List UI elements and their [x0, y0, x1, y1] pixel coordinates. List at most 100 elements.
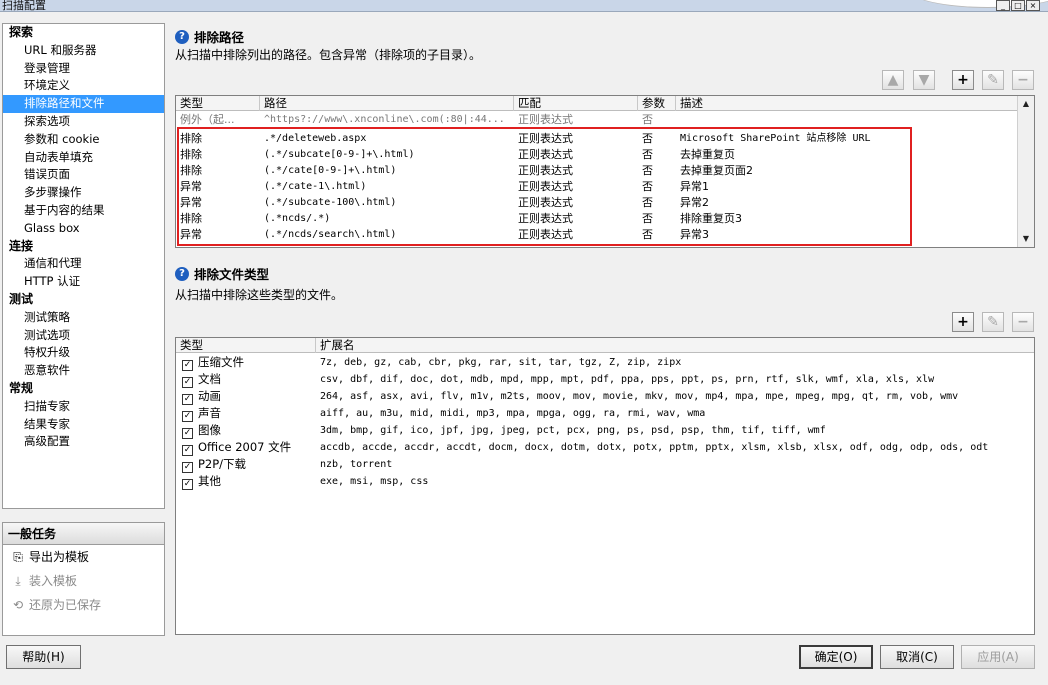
restore-icon: ⟲: [12, 598, 24, 612]
task-item[interactable]: ⟲ 还原为已保存: [3, 593, 164, 617]
cell-type: 排除: [180, 164, 202, 177]
nav-item[interactable]: 恶意软件: [3, 362, 164, 380]
cell-type: ✓ 其他: [176, 473, 316, 490]
maximize-button[interactable]: □: [1011, 0, 1025, 11]
cell-desc: 异常2: [680, 196, 709, 209]
nav-item[interactable]: 通信和代理: [3, 255, 164, 273]
help-icon[interactable]: ?: [175, 266, 189, 281]
nav-item[interactable]: 结果专家: [3, 416, 164, 434]
nav-item[interactable]: 扫描专家: [3, 398, 164, 416]
minimize-button[interactable]: _: [996, 0, 1010, 11]
nav-item[interactable]: 参数和 cookie: [3, 131, 164, 149]
type-checkbox[interactable]: ✓: [182, 462, 193, 473]
nav-item[interactable]: HTTP 认证: [3, 273, 164, 291]
nav-category: 探索: [9, 25, 34, 39]
type-checkbox[interactable]: ✓: [182, 445, 193, 456]
nav-item[interactable]: 探索选项: [3, 113, 164, 131]
cell-path: ^https?://www\.xnconline\.com(:80|:44...: [264, 114, 505, 125]
window-controls: _ □ ×: [995, 0, 1040, 11]
export-icon: ⎘: [13, 550, 23, 564]
column-header[interactable]: 类型: [176, 338, 316, 353]
type-label: 其他: [198, 474, 221, 488]
table-row[interactable]: 排除 (.*/cate[0-9-]+\.html) 正则表达式 否 去掉重复页面2: [176, 163, 1019, 179]
table-row[interactable]: 异常 (.*/ncds/search\.html) 正则表达式 否 异常3: [176, 227, 1019, 243]
table-row[interactable]: 异常 (.*/cate-1\.html) 正则表达式 否 异常1: [176, 179, 1019, 195]
table-row[interactable]: ✓ 压缩文件 7z, deb, gz, cab, cbr, pkg, rar, si…: [176, 354, 1034, 371]
nav-item[interactable]: 自动表单填充: [3, 149, 164, 167]
type-checkbox[interactable]: ✓: [182, 377, 193, 388]
type-checkbox[interactable]: ✓: [182, 428, 193, 439]
column-header[interactable]: 类型: [176, 96, 260, 111]
table-row[interactable]: ✓ 其他 exe, msi, msp, css: [176, 473, 1034, 490]
edit-file-type-button[interactable]: ✎: [982, 312, 1004, 332]
remove-path-button[interactable]: −: [1012, 70, 1034, 90]
task-item[interactable]: ⎘ 导出为模板: [3, 545, 164, 569]
cell-desc: 排除重复页3: [680, 212, 742, 225]
nav-item[interactable]: 错误页面: [3, 166, 164, 184]
column-header[interactable]: 匹配: [514, 96, 638, 111]
cell-param: 否: [642, 180, 653, 193]
scroll-down-icon[interactable]: ▼: [1020, 233, 1032, 245]
move-up-button[interactable]: ▲: [882, 70, 904, 90]
table-row[interactable]: 例外（起... ^https?://www\.xnconline\.com(:80…: [176, 112, 1019, 128]
task-label: 还原为已保存: [29, 598, 102, 612]
nav-item[interactable]: 基于内容的结果: [3, 202, 164, 220]
table-row[interactable]: 排除 (.*ncds/.*) 正则表达式 否 排除重复页3: [176, 211, 1019, 227]
task-item[interactable]: ⤓ 装入模板: [3, 569, 164, 593]
cell-desc: 去掉重复页面2: [680, 164, 753, 177]
cell-match: 正则表达式: [518, 212, 573, 225]
table-row[interactable]: ✓ 文档 csv, dbf, dif, doc, dot, mdb, mpd, mp…: [176, 371, 1034, 388]
cell-type: 排除: [180, 148, 202, 161]
nav-item[interactable]: 多步骤操作: [3, 184, 164, 202]
nav-item[interactable]: URL 和服务器: [3, 42, 164, 60]
cell-desc: [676, 112, 1019, 128]
apply-button[interactable]: 应用(A): [961, 645, 1035, 669]
add-file-type-button[interactable]: +: [952, 312, 974, 332]
table-row[interactable]: ✓ Office 2007 文件 accdb, accde, accdr, accd…: [176, 439, 1034, 456]
nav-item[interactable]: 测试选项: [3, 327, 164, 345]
cell-param: 否: [642, 212, 653, 225]
table-row[interactable]: ✓ P2P/下载 nzb, torrent: [176, 456, 1034, 473]
type-checkbox[interactable]: ✓: [182, 394, 193, 405]
remove-file-type-button[interactable]: −: [1012, 312, 1034, 332]
type-checkbox[interactable]: ✓: [182, 360, 193, 371]
table-row[interactable]: 异常 (.*/subcate-100\.html) 正则表达式 否 异常2: [176, 195, 1019, 211]
exclude-files-title: 排除文件类型: [194, 267, 270, 282]
close-button[interactable]: ×: [1026, 0, 1040, 11]
column-header[interactable]: 扩展名: [316, 338, 1034, 353]
add-path-button[interactable]: +: [952, 70, 974, 90]
cancel-button[interactable]: 取消(C): [880, 645, 954, 669]
cell-path: (.*/subcate[0-9-]+\.html): [264, 149, 415, 160]
cell-desc: 去掉重复页: [680, 148, 735, 161]
move-down-button[interactable]: ▼: [913, 70, 935, 90]
cell-extensions: csv, dbf, dif, doc, dot, mdb, mpd, mpp, …: [320, 374, 935, 385]
cell-type: ✓ 动画: [176, 388, 316, 405]
column-header[interactable]: 参数: [638, 96, 676, 111]
column-header[interactable]: 路径: [260, 96, 514, 111]
table-row[interactable]: 排除 (.*/subcate[0-9-]+\.html) 正则表达式 否 去掉重复页: [176, 147, 1019, 163]
nav-item[interactable]: Glass box: [3, 220, 164, 238]
help-button[interactable]: 帮助(H): [6, 645, 81, 669]
nav-item[interactable]: 测试策略: [3, 309, 164, 327]
paths-scrollbar[interactable]: ▲ ▼: [1017, 96, 1034, 247]
table-row[interactable]: ✓ 动画 264, asf, asx, avi, flv, m1v, m2ts, m…: [176, 388, 1034, 405]
cell-extensions: accdb, accde, accdr, accdt, docm, docx, …: [320, 442, 989, 453]
cell-path: (.*/cate[0-9-]+\.html): [264, 165, 397, 176]
help-icon[interactable]: ?: [175, 29, 189, 44]
table-row[interactable]: 排除 .*/deleteweb.aspx 正则表达式 否 Microsoft Share…: [176, 131, 1019, 147]
nav-item[interactable]: 特权升级: [3, 344, 164, 362]
nav-item[interactable]: 环境定义: [3, 77, 164, 95]
nav-item[interactable]: 高级配置: [3, 433, 164, 451]
scroll-up-icon[interactable]: ▲: [1020, 98, 1032, 110]
column-header[interactable]: 描述: [676, 96, 1019, 111]
table-row[interactable]: ✓ 声音 aiff, au, m3u, mid, midi, mp3, mpa, m…: [176, 405, 1034, 422]
ok-button[interactable]: 确定(O): [799, 645, 873, 669]
type-checkbox[interactable]: ✓: [182, 479, 193, 490]
nav-item[interactable]: 排除路径和文件: [3, 95, 164, 113]
cell-type: 异常: [180, 196, 202, 209]
table-row[interactable]: ✓ 图像 3dm, bmp, gif, ico, jpf, jpg, jpeg, p…: [176, 422, 1034, 439]
nav-item[interactable]: 登录管理: [3, 60, 164, 78]
cell-extensions: 264, asf, asx, avi, flv, m1v, m2ts, moov…: [320, 391, 959, 402]
type-checkbox[interactable]: ✓: [182, 411, 193, 422]
edit-path-button[interactable]: ✎: [982, 70, 1004, 90]
